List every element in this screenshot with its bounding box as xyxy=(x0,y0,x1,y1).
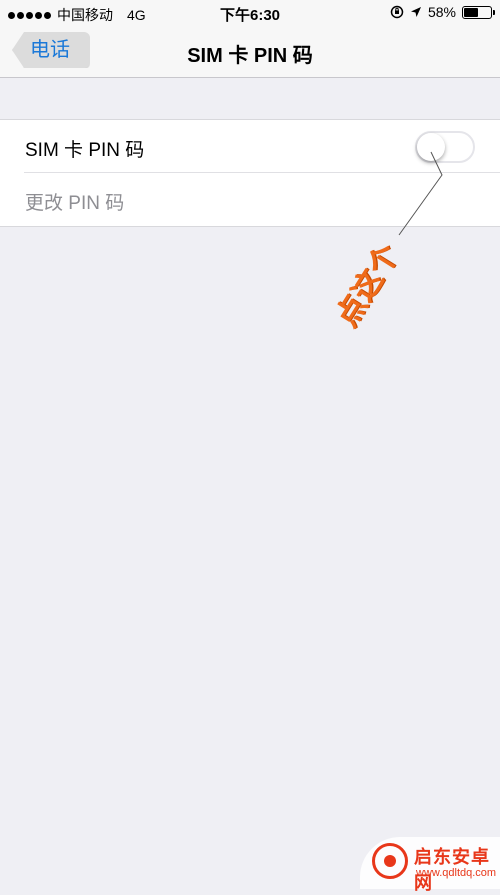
annotation-pointer-line xyxy=(398,151,443,236)
watermark-url: www.qdltdq.com xyxy=(416,867,497,879)
watermark-logo-icon xyxy=(372,843,408,879)
watermark: 启东安卓网 www.qdltdq.com xyxy=(360,837,500,893)
